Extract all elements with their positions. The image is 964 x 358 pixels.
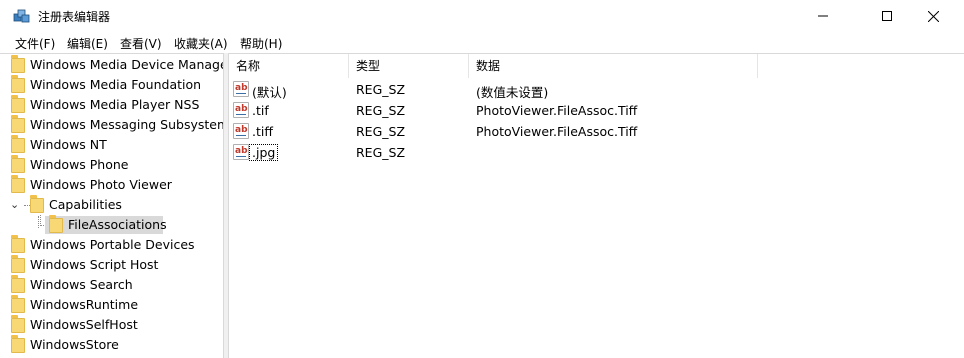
tree-item-label: Windows Media Device Manager [30, 57, 223, 72]
column-header-data[interactable]: 数据 [469, 54, 758, 78]
close-button[interactable] [910, 0, 956, 32]
chevron-down-icon[interactable]: ⌄ [10, 198, 19, 211]
tree-item[interactable]: Windows Media Player NSS [8, 95, 223, 115]
folder-icon [11, 275, 25, 293]
tree-item-label: Windows Media Player NSS [30, 97, 200, 112]
regedit-icon [13, 9, 30, 23]
value-name: (默认) [252, 85, 287, 100]
values-list[interactable]: 名称 类型 数据 ab (默认) REG_SZ (数值未设置) ab .tif … [229, 53, 964, 358]
value-row[interactable]: ab (默认) REG_SZ (数值未设置) [229, 79, 964, 100]
value-name: .tif [252, 103, 269, 118]
value-row[interactable]: ab .tif REG_SZ PhotoViewer.FileAssoc.Tif… [229, 100, 964, 121]
tree-item[interactable]: Windows Phone [8, 155, 223, 175]
tree-item[interactable]: Windows Messaging Subsystem [8, 115, 223, 135]
menu-edit[interactable]: 编辑(E) [67, 35, 108, 52]
tree-item-label: Windows Messaging Subsystem [30, 117, 223, 132]
tree-item-label: Windows Script Host [30, 257, 159, 272]
folder-icon [11, 115, 25, 133]
maximize-button[interactable] [864, 0, 910, 32]
value-data: PhotoViewer.FileAssoc.Tiff [476, 103, 638, 118]
menu-help[interactable]: 帮助(H) [240, 35, 282, 52]
tree-item[interactable]: Windows Media Foundation [8, 75, 223, 95]
folder-icon [11, 235, 25, 253]
folder-icon [11, 55, 25, 73]
tree-item-label: FileAssociations [68, 217, 167, 232]
menu-file[interactable]: 文件(F) [15, 35, 55, 52]
folder-icon [11, 95, 25, 113]
folder-icon [11, 335, 25, 353]
window-title: 注册表编辑器 [38, 10, 111, 24]
tree-item[interactable]: Windows Script Host [8, 255, 223, 275]
tree-item[interactable]: Windows NT [8, 135, 223, 155]
folder-icon [11, 255, 25, 273]
tree-item[interactable]: Windows Media Device Manager [8, 55, 223, 75]
tree-item[interactable]: WindowsRuntime [8, 295, 223, 315]
folder-icon [30, 195, 44, 213]
title-bar: 注册表编辑器 [0, 0, 964, 32]
folder-icon [11, 155, 25, 173]
tree-item[interactable]: WindowsSelfHost [8, 315, 223, 335]
minimize-button[interactable] [800, 0, 846, 32]
folder-icon [11, 315, 25, 333]
folder-icon [11, 135, 25, 153]
value-type: REG_SZ [356, 145, 406, 160]
value-row[interactable]: ab .jpg REG_SZ [229, 142, 964, 163]
tree-item-label: Windows Media Foundation [30, 77, 202, 92]
tree-item[interactable]: Windows Photo Viewer [8, 175, 223, 195]
value-name: .tiff [252, 124, 273, 139]
string-value-icon: ab [233, 123, 249, 139]
folder-icon [11, 75, 25, 93]
tree-item[interactable]: WindowsStore [8, 335, 223, 355]
registry-tree[interactable]: Windows Media Device Manager Windows Med… [0, 53, 223, 358]
tree-item-label: WindowsSelfHost [30, 317, 138, 332]
value-data: (数值未设置) [476, 85, 549, 100]
value-type: REG_SZ [356, 124, 406, 139]
tree-item-label: WindowsStore [30, 337, 119, 352]
menu-view[interactable]: 查看(V) [120, 35, 162, 52]
tree-item-capabilities[interactable]: ⌄ Capabilities [8, 195, 223, 215]
string-value-icon: ab [233, 81, 249, 97]
column-header-type[interactable]: 类型 [349, 54, 469, 78]
menu-bar: 文件(F) 编辑(E) 查看(V) 收藏夹(A) 帮助(H) [0, 32, 964, 52]
value-data: PhotoViewer.FileAssoc.Tiff [476, 124, 638, 139]
folder-icon [49, 215, 63, 233]
tree-item-label: Windows NT [30, 137, 107, 152]
value-name-rename-field[interactable]: .jpg [248, 144, 279, 161]
string-value-icon: ab [233, 144, 249, 160]
menu-favorites[interactable]: 收藏夹(A) [174, 35, 228, 52]
tree-item-fileassociations[interactable]: FileAssociations [8, 215, 223, 235]
tree-item[interactable]: Windows Search [8, 275, 223, 295]
tree-item-label: Capabilities [49, 197, 122, 212]
value-row[interactable]: ab .tiff REG_SZ PhotoViewer.FileAssoc.Ti… [229, 121, 964, 142]
column-header-name[interactable]: 名称 [229, 54, 349, 78]
tree-item-label: Windows Portable Devices [30, 237, 195, 252]
string-value-icon: ab [233, 102, 249, 118]
tree-item[interactable]: Windows Portable Devices [8, 235, 223, 255]
tree-item-label: WindowsRuntime [30, 297, 139, 312]
folder-icon [11, 175, 25, 193]
value-type: REG_SZ [356, 103, 406, 118]
tree-item-label: Windows Phone [30, 157, 129, 172]
tree-item-label: Windows Search [30, 277, 133, 292]
folder-icon [11, 295, 25, 313]
value-type: REG_SZ [356, 82, 406, 97]
tree-item-label: Windows Photo Viewer [30, 177, 172, 192]
